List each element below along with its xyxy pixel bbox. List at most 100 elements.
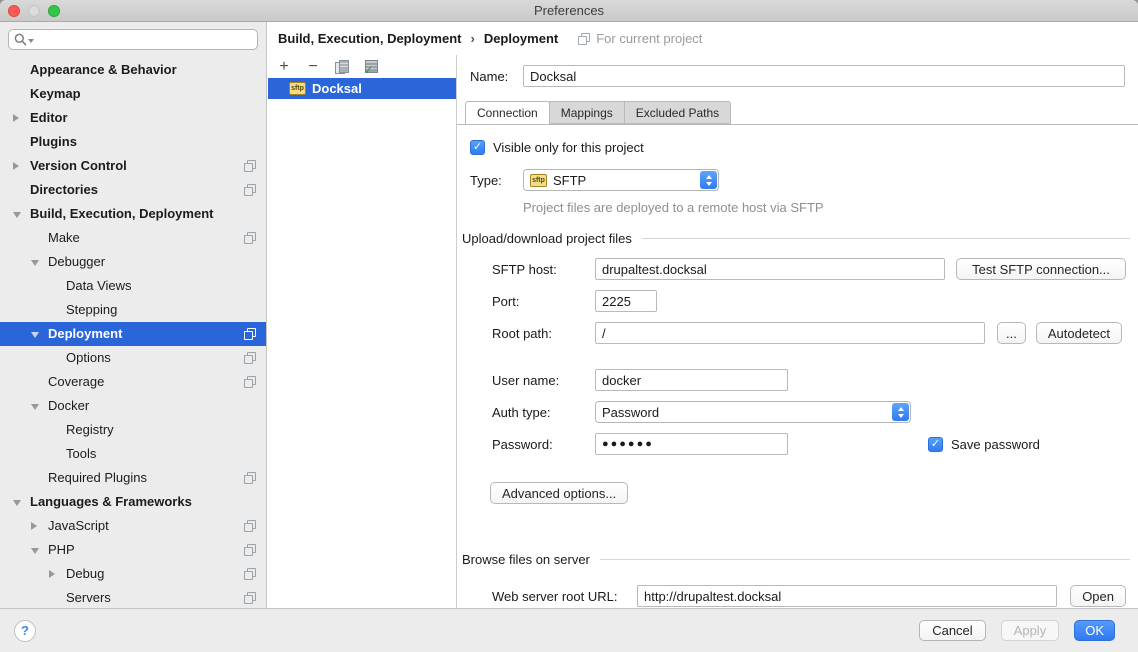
sidebar-item-options[interactable]: Options xyxy=(0,346,266,370)
sidebar-item-label: Required Plugins xyxy=(48,470,147,485)
search-icon[interactable] xyxy=(14,33,34,46)
sidebar-item-debug[interactable]: Debug xyxy=(0,562,266,586)
save-password-checkbox[interactable] xyxy=(928,437,943,452)
sidebar-item-languages-frameworks[interactable]: Languages & Frameworks xyxy=(0,490,266,514)
sidebar-item-label: Deployment xyxy=(48,326,122,341)
sftp-icon: sftp xyxy=(530,174,547,187)
sidebar-item-data-views[interactable]: Data Views xyxy=(0,274,266,298)
close-button[interactable] xyxy=(8,5,20,17)
sidebar-item-deployment[interactable]: Deployment xyxy=(0,322,266,346)
tab-excluded-paths[interactable]: Excluded Paths xyxy=(624,101,731,124)
sidebar-item-label: Languages & Frameworks xyxy=(30,494,192,509)
save-password-label: Save password xyxy=(951,437,1040,452)
sidebar-item-label: Debug xyxy=(66,566,104,581)
sidebar-item-label: Debugger xyxy=(48,254,105,269)
server-list-item-docksal[interactable]: sftp Docksal xyxy=(268,78,456,99)
sidebar-item-editor[interactable]: Editor xyxy=(0,106,266,130)
sftp-icon: sftp xyxy=(289,82,306,95)
chevron-down-icon[interactable] xyxy=(31,548,39,554)
use-as-default-button[interactable] xyxy=(363,59,379,75)
sidebar-item-tools[interactable]: Tools xyxy=(0,442,266,466)
web-root-url-label: Web server root URL: xyxy=(492,589,637,604)
ok-button[interactable]: OK xyxy=(1074,620,1115,641)
auth-type-value: Password xyxy=(602,405,659,420)
sidebar-item-debugger[interactable]: Debugger xyxy=(0,250,266,274)
sidebar-item-make[interactable]: Make xyxy=(0,226,266,250)
breadcrumb-part: Deployment xyxy=(484,31,558,46)
apply-button[interactable]: Apply xyxy=(1001,620,1060,641)
autodetect-button[interactable]: Autodetect xyxy=(1036,322,1122,344)
section-divider xyxy=(642,238,1130,239)
user-name-label: User name: xyxy=(492,373,595,388)
password-input[interactable] xyxy=(595,433,788,455)
sidebar-item-directories[interactable]: Directories xyxy=(0,178,266,202)
sidebar-item-build-execution-deployment[interactable]: Build, Execution, Deployment xyxy=(0,202,266,226)
current-project-icon xyxy=(244,184,256,196)
add-server-button[interactable]: + xyxy=(276,59,292,75)
advanced-options-button[interactable]: Advanced options... xyxy=(490,482,628,504)
sidebar-item-servers[interactable]: Servers xyxy=(0,586,266,610)
sidebar-item-label: Directories xyxy=(30,182,98,197)
sidebar-item-docker[interactable]: Docker xyxy=(0,394,266,418)
chevron-down-icon[interactable] xyxy=(31,404,39,410)
sftp-host-input[interactable] xyxy=(595,258,945,280)
chevron-right-icon[interactable] xyxy=(31,522,37,530)
server-name: Docksal xyxy=(312,81,362,96)
sidebar-item-appearance-behavior[interactable]: Appearance & Behavior xyxy=(0,58,266,82)
sidebar-item-required-plugins[interactable]: Required Plugins xyxy=(0,466,266,490)
deployment-form: Name: Connection Mappings Excluded Paths… xyxy=(457,55,1138,608)
chevron-down-icon[interactable] xyxy=(31,260,39,266)
test-sftp-connection-button[interactable]: Test SFTP connection... xyxy=(956,258,1126,280)
sidebar-item-php[interactable]: PHP xyxy=(0,538,266,562)
minimize-button[interactable] xyxy=(28,5,40,17)
tab-mappings[interactable]: Mappings xyxy=(549,101,625,124)
sidebar-item-javascript[interactable]: JavaScript xyxy=(0,514,266,538)
visible-only-checkbox[interactable] xyxy=(470,140,485,155)
sidebar-item-label: Plugins xyxy=(30,134,77,149)
server-list-panel: + − sftp Docksal xyxy=(268,55,457,608)
auth-type-select[interactable]: Password xyxy=(595,401,911,423)
sidebar-item-label: PHP xyxy=(48,542,75,557)
sidebar-item-stepping[interactable]: Stepping xyxy=(0,298,266,322)
scope-label: For current project xyxy=(596,31,702,46)
sidebar-item-registry[interactable]: Registry xyxy=(0,418,266,442)
sidebar-item-version-control[interactable]: Version Control xyxy=(0,154,266,178)
tab-strip: Connection Mappings Excluded Paths xyxy=(457,101,1138,125)
cancel-button[interactable]: Cancel xyxy=(919,620,985,641)
name-input[interactable] xyxy=(523,65,1125,87)
breadcrumb: Build, Execution, Deployment › Deploymen… xyxy=(268,22,1138,55)
help-button[interactable]: ? xyxy=(14,620,36,642)
browse-root-path-button[interactable]: ... xyxy=(997,322,1026,344)
chevron-right-icon[interactable] xyxy=(49,570,55,578)
chevron-down-icon[interactable] xyxy=(31,332,39,338)
current-project-icon xyxy=(244,376,256,388)
settings-sidebar: Appearance & BehaviorKeymapEditor Plugins… xyxy=(0,22,267,608)
chevron-right-icon[interactable] xyxy=(13,114,19,122)
tab-connection[interactable]: Connection xyxy=(465,101,550,125)
copy-server-button[interactable] xyxy=(334,59,350,75)
open-url-button[interactable]: Open xyxy=(1070,585,1126,607)
user-name-input[interactable] xyxy=(595,369,788,391)
server-list-toolbar: + − xyxy=(268,55,456,78)
chevron-down-icon[interactable] xyxy=(13,212,21,218)
search-input[interactable] xyxy=(8,29,258,50)
sidebar-item-coverage[interactable]: Coverage xyxy=(0,370,266,394)
breadcrumb-separator: › xyxy=(470,31,474,46)
dialog-footer: ? Cancel Apply OK xyxy=(0,608,1138,652)
window-title: Preferences xyxy=(0,3,1138,18)
remove-server-button[interactable]: − xyxy=(305,59,321,75)
zoom-button[interactable] xyxy=(48,5,60,17)
minus-icon: − xyxy=(308,60,317,74)
port-input[interactable] xyxy=(595,290,657,312)
copy-icon xyxy=(335,60,349,74)
sidebar-item-label: Docker xyxy=(48,398,89,413)
chevron-right-icon[interactable] xyxy=(13,162,19,170)
chevron-down-icon[interactable] xyxy=(13,500,21,506)
sidebar-item-plugins[interactable]: Plugins xyxy=(0,130,266,154)
web-root-url-input[interactable] xyxy=(637,585,1057,607)
root-path-input[interactable] xyxy=(595,322,985,344)
current-project-icon xyxy=(244,592,256,604)
sidebar-item-label: Build, Execution, Deployment xyxy=(30,206,213,221)
type-select[interactable]: sftp SFTP xyxy=(523,169,719,191)
sidebar-item-keymap[interactable]: Keymap xyxy=(0,82,266,106)
